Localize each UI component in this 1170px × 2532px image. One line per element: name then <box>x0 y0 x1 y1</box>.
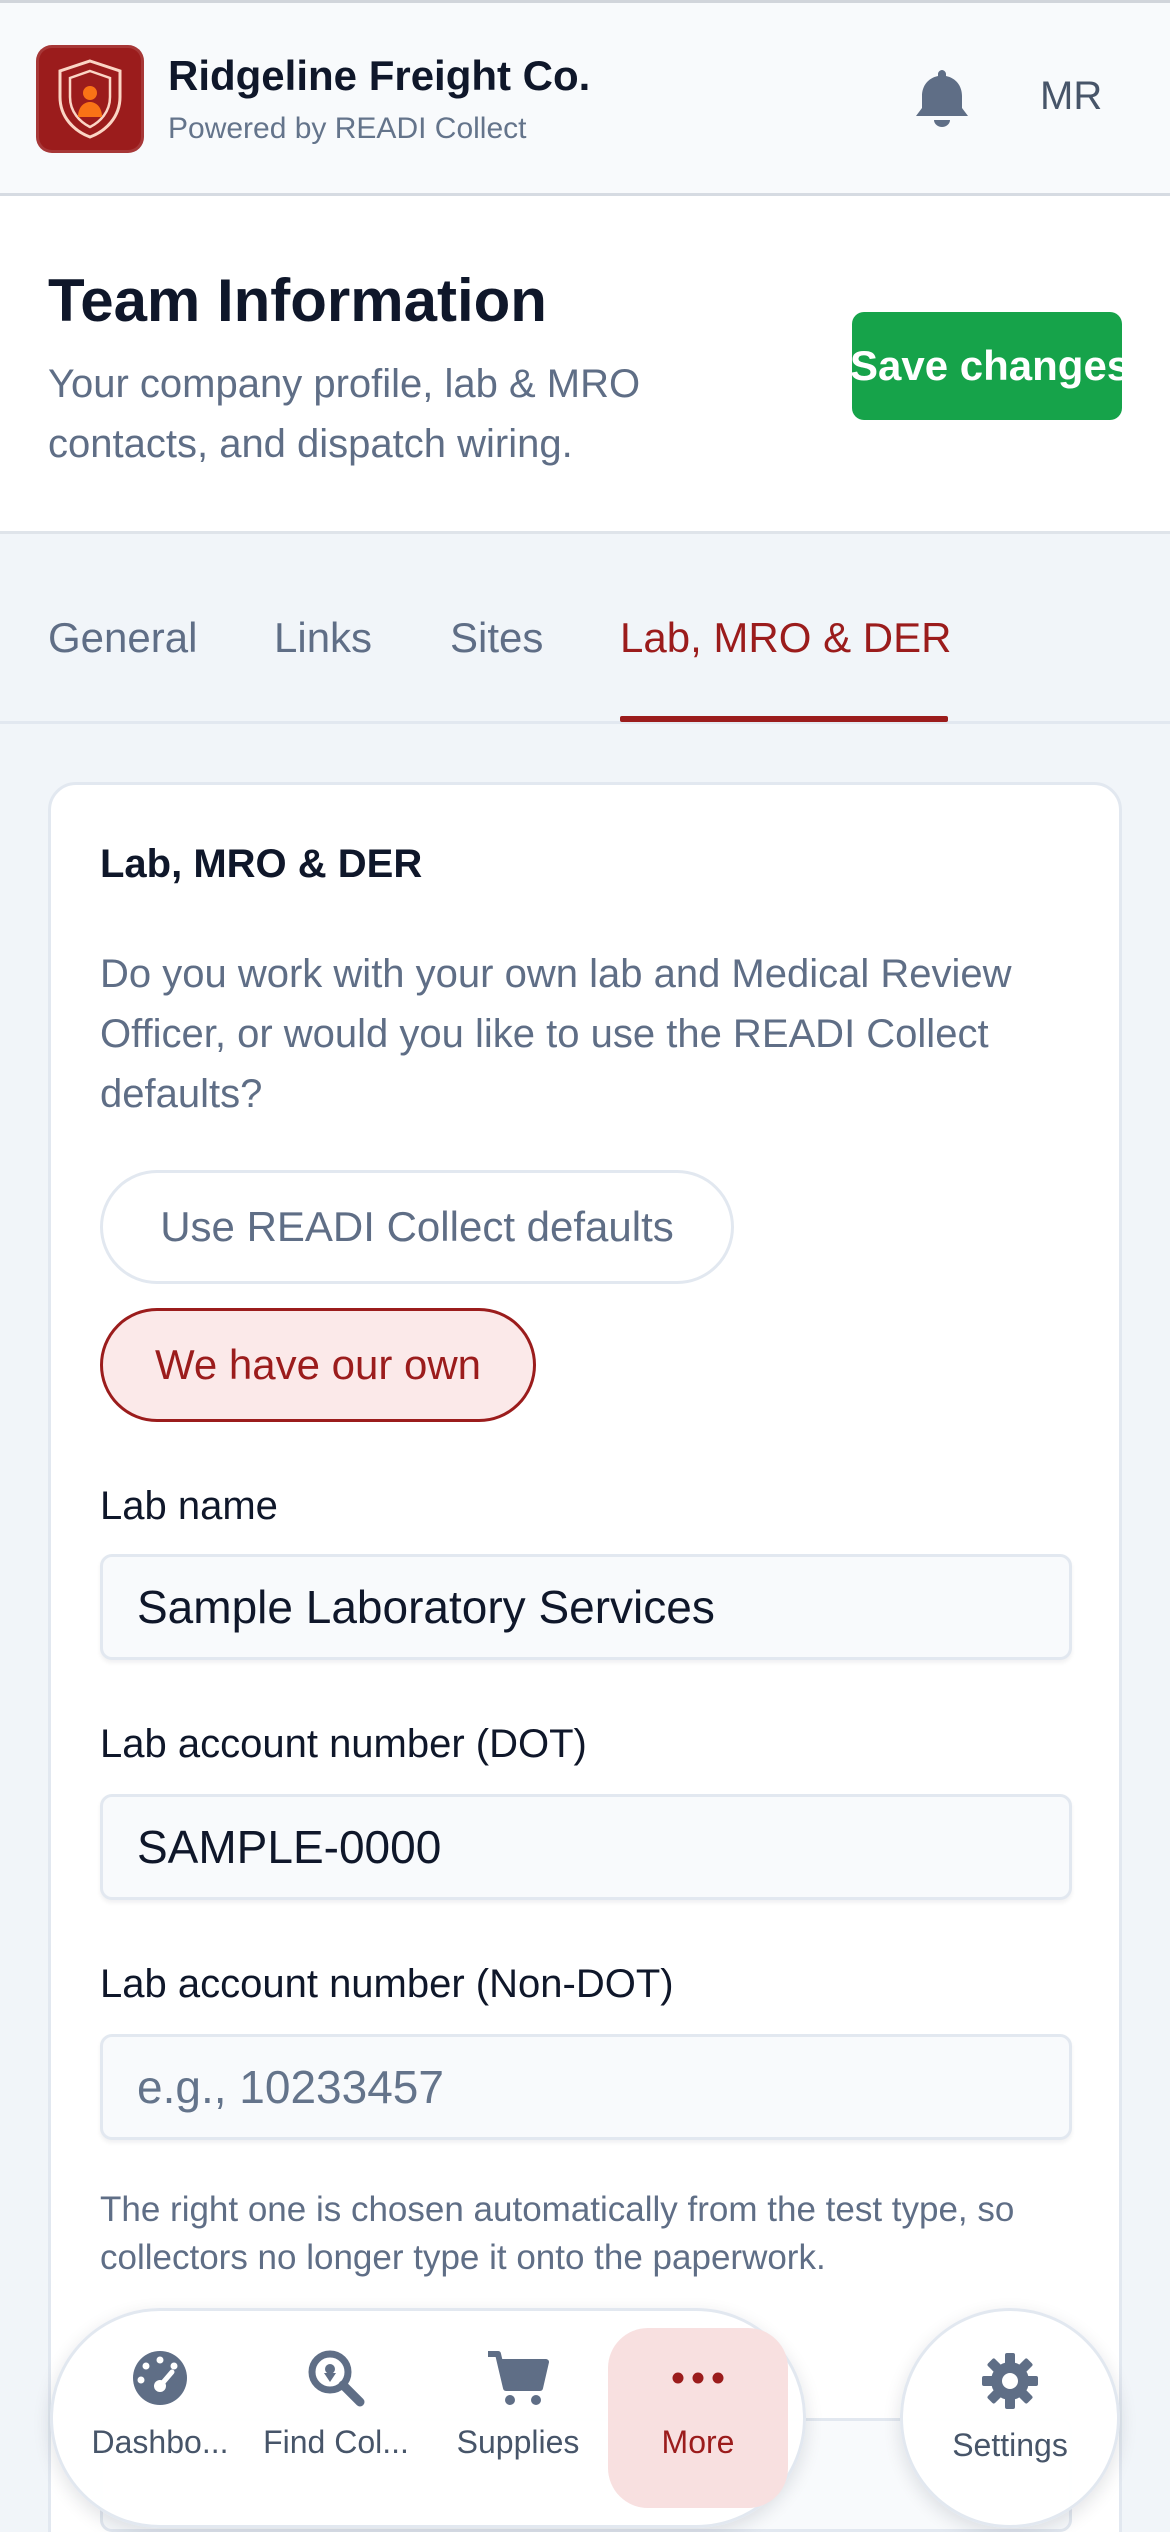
map-search-icon <box>308 2350 365 2407</box>
lab-name-input[interactable] <box>100 1554 1072 1660</box>
more-dots-icon <box>672 2372 724 2384</box>
nav-settings-label: Settings <box>952 2427 1068 2463</box>
nav-more[interactable]: More <box>608 2328 788 2508</box>
section-title: Lab, MRO & DER <box>100 842 423 886</box>
nav-supplies[interactable]: Supplies <box>428 2328 608 2508</box>
lab-nondot-account-label: Lab account number (Non-DOT) <box>100 1962 674 2006</box>
tab-lab-mro-der[interactable]: Lab, MRO & DER <box>620 614 951 662</box>
speedometer-icon <box>133 2351 187 2405</box>
save-changes-button[interactable]: Save changes <box>852 312 1122 420</box>
lab-dot-account-label: Lab account number (DOT) <box>100 1722 587 1766</box>
nav-more-label: More <box>661 2424 735 2460</box>
nav-find-collector[interactable]: Find Col... <box>246 2328 426 2508</box>
account-number-hint: The right one is chosen automatically fr… <box>100 2190 1015 2277</box>
save-changes-label: Save changes <box>852 342 1122 389</box>
lab-nondot-account-input[interactable] <box>100 2034 1072 2140</box>
nav-supplies-label: Supplies <box>456 2424 580 2460</box>
we-have-our-own-option[interactable]: We have our own <box>100 1308 536 1422</box>
nav-settings[interactable]: Settings <box>900 2308 1120 2528</box>
page-title: Team Information <box>48 267 547 334</box>
tab-sites[interactable]: Sites <box>450 614 543 662</box>
tab-links[interactable]: Links <box>274 614 372 662</box>
gear-icon <box>982 2353 1038 2409</box>
section-description: Do you work with your own lab and Medica… <box>100 952 1012 1116</box>
company-name: Ridgeline Freight Co. <box>168 52 591 99</box>
shield-person-icon <box>58 59 122 139</box>
cart-icon <box>488 2351 549 2405</box>
nav-dashboard-label: Dashbo... <box>91 2424 229 2460</box>
bell-icon <box>916 70 968 127</box>
active-tab-indicator <box>620 716 948 722</box>
tab-general[interactable]: General <box>48 614 197 662</box>
user-avatar[interactable]: MR <box>1040 74 1102 119</box>
nav-dashboard[interactable]: Dashbo... <box>70 2328 250 2508</box>
company-logo[interactable] <box>36 45 144 153</box>
page-subtitle: Your company profile, lab & MRO contacts… <box>48 362 641 466</box>
lab-dot-account-input[interactable] <box>100 1794 1072 1900</box>
nav-find-collector-label: Find Col... <box>263 2424 409 2460</box>
powered-by: Powered by READI Collect <box>168 112 527 145</box>
lab-name-label: Lab name <box>100 1484 278 1528</box>
use-defaults-option[interactable]: Use READI Collect defaults <box>100 1170 734 1284</box>
notifications-button[interactable] <box>912 66 972 133</box>
